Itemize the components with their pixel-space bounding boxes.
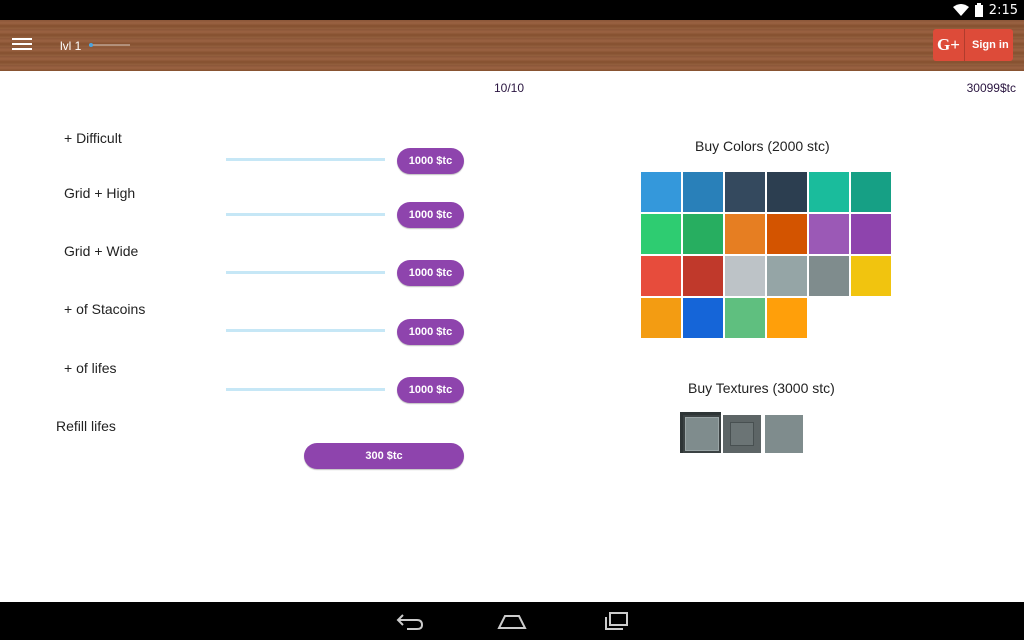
signin-label: Sign in	[972, 39, 1009, 51]
color-swatch[interactable]	[725, 256, 765, 296]
recents-button[interactable]	[596, 606, 636, 636]
upgrade-label-stacoins: + of Stacoins	[64, 301, 146, 317]
color-swatch[interactable]	[683, 214, 723, 254]
upgrade-label-difficult: + Difficult	[64, 130, 122, 146]
buy-lifes-button[interactable]: 1000 $tc	[397, 377, 464, 403]
color-swatch[interactable]	[767, 298, 807, 338]
color-swatch[interactable]	[641, 256, 681, 296]
color-swatch[interactable]	[851, 172, 891, 212]
wifi-icon	[952, 4, 969, 16]
level-progress-bar	[89, 43, 130, 47]
color-swatch[interactable]	[725, 214, 765, 254]
navigation-bar	[0, 602, 1024, 640]
buy-grid-high-button[interactable]: 1000 $tc	[397, 202, 464, 228]
upgrade-progress-grid-wide	[226, 271, 385, 274]
color-swatch[interactable]	[851, 214, 891, 254]
color-swatch[interactable]	[809, 256, 849, 296]
upgrade-label-lifes: + of lifes	[64, 360, 117, 376]
color-swatch[interactable]	[641, 172, 681, 212]
upgrade-progress-difficult	[226, 158, 385, 161]
color-swatch[interactable]	[767, 256, 807, 296]
refill-lifes-label: Refill lifes	[56, 418, 116, 434]
level-label: lvl 1	[60, 39, 82, 53]
color-swatch[interactable]	[809, 172, 849, 212]
color-swatch[interactable]	[851, 256, 891, 296]
color-swatch[interactable]	[767, 214, 807, 254]
upgrade-progress-lifes	[226, 388, 385, 391]
texture-tile[interactable]	[723, 415, 761, 453]
upgrade-label-grid-wide: Grid + Wide	[64, 243, 139, 259]
status-icons: 2:15	[952, 2, 1018, 18]
battery-icon	[974, 3, 983, 17]
color-swatch[interactable]	[641, 214, 681, 254]
buy-textures-title: Buy Textures (3000 stc)	[688, 380, 835, 396]
home-icon	[497, 615, 527, 629]
color-swatch[interactable]	[809, 214, 849, 254]
upgrade-progress-grid-high	[226, 213, 385, 216]
upgrade-label-grid-high: Grid + High	[64, 185, 136, 201]
status-time: 2:15	[988, 2, 1018, 18]
texture-tile[interactable]	[765, 415, 803, 453]
color-swatch[interactable]	[683, 172, 723, 212]
lives-counter: 10/10	[494, 81, 525, 95]
level-progress-fill	[89, 43, 94, 47]
buy-difficult-button[interactable]: 1000 $tc	[397, 148, 464, 174]
color-swatch[interactable]	[641, 298, 681, 338]
google-signin-button[interactable]: G+ Sign in	[933, 29, 1013, 61]
app-bar: lvl 1 G+ Sign in	[0, 20, 1024, 71]
color-swatch[interactable]	[725, 298, 765, 338]
status-bar: 2:15	[0, 0, 1024, 20]
google-plus-icon: G+	[933, 29, 965, 61]
recents-icon	[605, 612, 628, 630]
color-swatch[interactable]	[725, 172, 765, 212]
texture-tile[interactable]	[680, 412, 721, 453]
buy-stacoins-button[interactable]: 1000 $tc	[397, 319, 464, 345]
coins-counter: 30099$tc	[966, 81, 1016, 95]
color-swatch[interactable]	[683, 256, 723, 296]
buy-grid-wide-button[interactable]: 1000 $tc	[397, 260, 464, 286]
home-button[interactable]	[492, 606, 532, 636]
color-swatch[interactable]	[767, 172, 807, 212]
refill-lifes-button[interactable]: 300 $tc	[304, 443, 464, 469]
buy-colors-title: Buy Colors (2000 stc)	[695, 138, 830, 154]
color-swatch[interactable]	[683, 298, 723, 338]
menu-icon[interactable]	[12, 38, 32, 54]
back-button[interactable]	[390, 606, 430, 636]
upgrade-progress-stacoins	[226, 329, 385, 332]
back-icon	[396, 614, 424, 630]
